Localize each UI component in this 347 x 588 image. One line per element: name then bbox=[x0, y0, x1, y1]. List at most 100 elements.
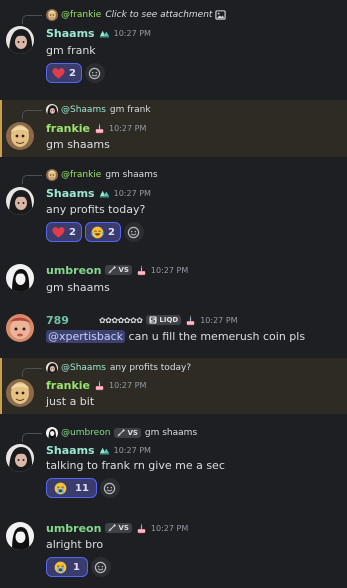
message-header: frankie 10:27 PM bbox=[46, 377, 146, 393]
name-decoration: ✿✿✿✿✿✿✿ bbox=[98, 315, 143, 325]
reply-text[interactable]: gm shaams bbox=[145, 428, 197, 438]
reply-text[interactable]: Click to see attachment bbox=[105, 10, 212, 20]
username[interactable]: umbreon bbox=[46, 264, 101, 277]
message-body: can u fill the memerush coin pls bbox=[125, 330, 306, 343]
message-text: talking to frank rn give me a sec bbox=[46, 459, 225, 472]
sword-icon bbox=[108, 266, 116, 274]
reaction-sob[interactable]: 11 bbox=[46, 478, 97, 498]
avatar[interactable] bbox=[6, 444, 34, 472]
add-reaction-icon bbox=[88, 67, 101, 80]
reaction-count: 11 bbox=[75, 482, 89, 494]
cake-icon bbox=[136, 523, 147, 534]
avatar[interactable] bbox=[6, 26, 34, 54]
heart-icon bbox=[52, 226, 65, 239]
username[interactable]: umbreon bbox=[46, 522, 101, 535]
reply-spine bbox=[22, 175, 42, 184]
reaction-heart[interactable]: 2 bbox=[46, 63, 82, 83]
reaction-sob[interactable]: 1 bbox=[46, 557, 88, 577]
message-header: Shaams 10:27 PM bbox=[46, 185, 151, 201]
message[interactable]: @frankie gm shaams Shaams 10:27 PM any p… bbox=[0, 167, 347, 247]
clan-tag: VS bbox=[105, 265, 132, 275]
message[interactable]: @frankie Click to see attachment Shaams … bbox=[0, 0, 347, 90]
username[interactable]: Shaams bbox=[46, 187, 95, 200]
reaction-heart[interactable]: 2 bbox=[46, 222, 82, 242]
sob-emoji-icon bbox=[54, 561, 67, 574]
message-header: frankie 10:27 PM bbox=[46, 120, 146, 136]
reply-text[interactable]: gm frank bbox=[110, 105, 151, 115]
reply-spine bbox=[22, 368, 42, 377]
username[interactable]: frankie bbox=[46, 122, 90, 135]
add-reaction-button[interactable] bbox=[90, 557, 111, 577]
username[interactable]: frankie bbox=[46, 379, 90, 392]
add-reaction-icon bbox=[94, 561, 107, 574]
message-header: umbreon VS 10:27 PM bbox=[46, 262, 188, 278]
sword-icon bbox=[108, 524, 116, 532]
user-mention[interactable]: @xpertisback bbox=[46, 330, 126, 343]
avatar[interactable] bbox=[6, 314, 34, 342]
avatar[interactable] bbox=[6, 379, 34, 407]
avatar[interactable] bbox=[6, 187, 34, 215]
cake-icon bbox=[94, 123, 105, 134]
reply-author[interactable]: @umbreon bbox=[61, 428, 110, 438]
guild-badge-icon bbox=[99, 28, 110, 39]
message-header: Shaams 10:27 PM bbox=[46, 442, 151, 458]
reply-spine bbox=[22, 15, 42, 24]
timestamp: 10:27 PM bbox=[150, 523, 189, 533]
reaction-joy[interactable]: 2 bbox=[84, 222, 121, 242]
message-text: gm shaams bbox=[46, 138, 110, 151]
message[interactable]: 789 ✿✿✿✿✿✿✿ LIQD 10:27 PM @xpertisback c… bbox=[0, 308, 347, 352]
reply-author[interactable]: @frankie bbox=[61, 10, 101, 20]
reaction-count: 1 bbox=[73, 561, 80, 573]
image-icon bbox=[215, 10, 226, 21]
reply-author[interactable]: @frankie bbox=[61, 170, 101, 180]
message-text: just a bit bbox=[46, 395, 95, 408]
clan-tag: VS bbox=[105, 523, 132, 533]
reaction-count: 2 bbox=[69, 226, 76, 238]
message-header: Shaams 10:27 PM bbox=[46, 25, 151, 41]
avatar[interactable] bbox=[6, 122, 34, 150]
reply-preview[interactable]: @Shaams any profits today? bbox=[22, 361, 191, 377]
timestamp: 10:27 PM bbox=[150, 265, 189, 275]
reactions: 2 2 bbox=[46, 222, 144, 242]
add-reaction-icon bbox=[103, 482, 116, 495]
reply-text[interactable]: gm shaams bbox=[105, 170, 157, 180]
add-reaction-button[interactable] bbox=[99, 478, 120, 498]
reply-preview[interactable]: @frankie gm shaams bbox=[22, 168, 158, 184]
sword-icon bbox=[117, 429, 125, 437]
reactions: 11 bbox=[46, 478, 120, 498]
reactions: 1 bbox=[46, 557, 111, 577]
reaction-count: 2 bbox=[107, 226, 115, 238]
message[interactable]: @Shaams gm frank frankie 10:27 PM gm sha… bbox=[0, 100, 347, 157]
reply-spine bbox=[22, 110, 42, 119]
reply-preview[interactable]: @frankie Click to see attachment bbox=[22, 8, 230, 24]
timestamp: 10:27 PM bbox=[200, 315, 238, 325]
reactions: 2 bbox=[46, 63, 105, 83]
shaams-avatar bbox=[46, 104, 58, 116]
message[interactable]: umbreon VS 10:27 PM alright bro 1 bbox=[0, 514, 347, 584]
avatar[interactable] bbox=[6, 522, 34, 550]
message-text: gm shaams bbox=[46, 281, 110, 294]
add-reaction-button[interactable] bbox=[84, 63, 105, 83]
s-badge-icon bbox=[149, 316, 157, 324]
username[interactable]: Shaams bbox=[46, 444, 95, 457]
message[interactable]: @umbreon VS gm shaams Shaams 10:27 PM ta… bbox=[0, 424, 347, 504]
reply-preview[interactable]: @Shaams gm frank bbox=[22, 103, 151, 119]
guild-badge-icon bbox=[99, 188, 110, 199]
sob-emoji-icon bbox=[54, 482, 67, 495]
message[interactable]: umbreon VS 10:27 PM gm shaams bbox=[0, 258, 347, 300]
username[interactable]: Shaams bbox=[46, 27, 95, 40]
add-reaction-button[interactable] bbox=[123, 222, 144, 242]
cake-icon bbox=[185, 315, 196, 326]
avatar[interactable] bbox=[6, 264, 34, 292]
umbreon-avatar bbox=[46, 427, 58, 439]
timestamp: 10:27 PM bbox=[109, 380, 147, 390]
reply-preview[interactable]: @umbreon VS gm shaams bbox=[22, 426, 197, 442]
reply-clan-tag: VS bbox=[114, 428, 141, 438]
message[interactable]: @Shaams any profits today? frankie 10:27… bbox=[0, 358, 347, 414]
username[interactable]: 789 bbox=[46, 314, 69, 327]
reply-text[interactable]: any profits today? bbox=[110, 363, 191, 373]
reply-author[interactable]: @Shaams bbox=[61, 105, 106, 115]
message-header: 789 ✿✿✿✿✿✿✿ LIQD 10:27 PM bbox=[46, 312, 238, 328]
heart-icon bbox=[52, 67, 65, 80]
reply-author[interactable]: @Shaams bbox=[61, 363, 106, 373]
